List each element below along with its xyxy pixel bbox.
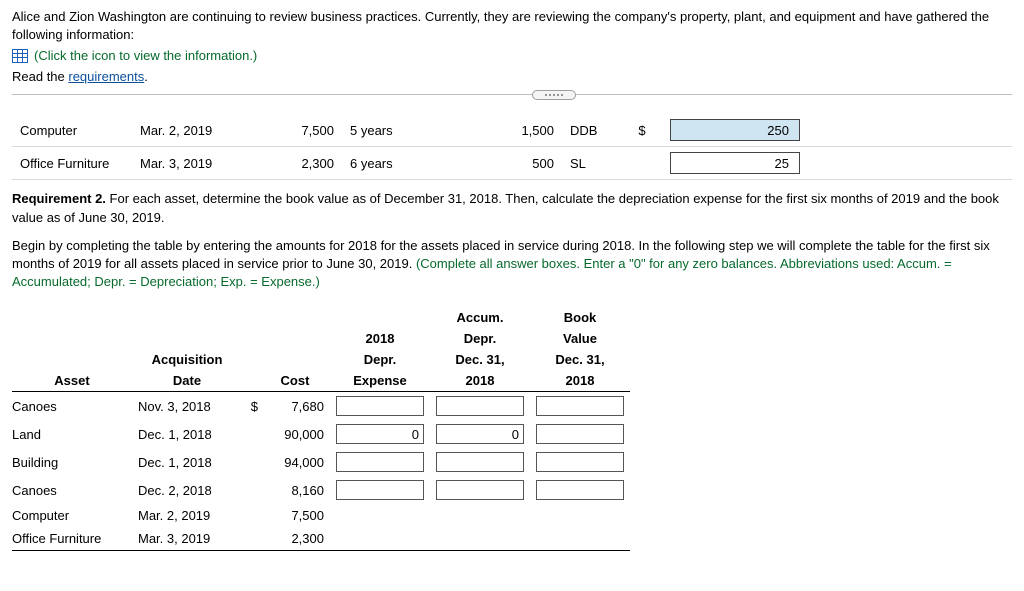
asset-method: DDB [562, 114, 622, 147]
table-row: ComputerMar. 2, 2019 7,500 [12, 504, 630, 527]
asset-info-row: ComputerMar. 2, 20197,5005 years 1,500DDB… [12, 114, 1012, 147]
book-value-table: Accum. Book 2018 Depr. Value Acquisition… [12, 307, 630, 551]
requirements-link[interactable]: requirements [68, 69, 144, 84]
asset-date: Mar. 3, 2019 [132, 147, 252, 180]
asset-info-table: ComputerMar. 2, 20197,5005 years 1,500DDB… [12, 114, 1012, 180]
monthly-expense-box[interactable]: 250 [670, 119, 800, 141]
bv-asset: Computer [12, 504, 132, 527]
bv-cost: 7,680 [260, 392, 330, 421]
requirement-2-text: For each asset, determine the book value… [12, 191, 999, 224]
bv-cost: 94,000 [260, 448, 330, 476]
bv-date: Mar. 2, 2019 [132, 504, 242, 527]
header-accum-2018: 2018 [430, 370, 530, 392]
dollar-sign: $ [622, 114, 662, 147]
bv-cost: 7,500 [260, 504, 330, 527]
scroll-handle-top[interactable] [12, 94, 1012, 104]
bv-dollar [242, 504, 260, 527]
bv-date: Dec. 1, 2018 [132, 420, 242, 448]
instructions: Begin by completing the table by enterin… [12, 237, 1012, 292]
bv-asset: Office Furniture [12, 527, 132, 551]
header-cost: Cost [260, 370, 330, 392]
intro-text: Alice and Zion Washington are continuing… [12, 8, 1012, 44]
header-date: Date [132, 370, 242, 392]
depr-expense-input[interactable] [336, 396, 424, 416]
bv-date: Dec. 1, 2018 [132, 448, 242, 476]
accum-depr-input[interactable] [436, 452, 524, 472]
bv-date: Dec. 2, 2018 [132, 476, 242, 504]
read-req-suffix: . [144, 69, 148, 84]
depr-expense-input[interactable] [336, 452, 424, 472]
bv-asset: Land [12, 420, 132, 448]
header-book-2018: 2018 [530, 370, 630, 392]
accum-depr-input[interactable] [436, 480, 524, 500]
asset-residual: 1,500 [482, 114, 562, 147]
bv-cost: 90,000 [260, 420, 330, 448]
asset-residual: 500 [482, 147, 562, 180]
bv-dollar [242, 476, 260, 504]
bv-dollar [242, 420, 260, 448]
book-value-input[interactable] [536, 396, 624, 416]
bv-date: Nov. 3, 2018 [132, 392, 242, 421]
info-link-row: (Click the icon to view the information.… [12, 48, 1012, 63]
requirement-2-label: Requirement 2. [12, 191, 106, 206]
asset-date: Mar. 2, 2019 [132, 114, 252, 147]
header-depr: Depr. [330, 349, 430, 370]
header-expense: Expense [330, 370, 430, 392]
bv-dollar [242, 448, 260, 476]
dollar-sign [622, 147, 662, 180]
read-req-prefix: Read the [12, 69, 68, 84]
depr-expense-input[interactable] [336, 424, 424, 444]
book-value-input[interactable] [536, 424, 624, 444]
header-accum-depr: Depr. [430, 328, 530, 349]
monthly-expense-box[interactable]: 25 [670, 152, 800, 174]
depr-expense-input[interactable] [336, 480, 424, 500]
bv-cost: 2,300 [260, 527, 330, 551]
header-book-dec31: Dec. 31, [530, 349, 630, 370]
header-2018: 2018 [330, 328, 430, 349]
bv-dollar: $ [242, 392, 260, 421]
table-row: CanoesDec. 2, 2018 8,160 [12, 476, 630, 504]
requirement-2: Requirement 2. For each asset, determine… [12, 190, 1012, 226]
asset-cost: 7,500 [252, 114, 342, 147]
table-row: BuildingDec. 1, 2018 94,000 [12, 448, 630, 476]
bv-dollar [242, 527, 260, 551]
asset-life: 5 years [342, 114, 422, 147]
header-acquisition: Acquisition [132, 349, 242, 370]
table-row: CanoesNov. 3, 2018$7,680 [12, 392, 630, 421]
read-requirements: Read the requirements. [12, 69, 1012, 84]
accum-depr-input[interactable] [436, 424, 524, 444]
header-accum-dec31: Dec. 31, [430, 349, 530, 370]
data-table-icon[interactable] [12, 49, 28, 63]
asset-cost: 2,300 [252, 147, 342, 180]
table-row: LandDec. 1, 2018 90,000 [12, 420, 630, 448]
bv-cost: 8,160 [260, 476, 330, 504]
bv-asset: Canoes [12, 392, 132, 421]
header-accum: Accum. [430, 307, 530, 328]
asset-name: Office Furniture [12, 147, 132, 180]
bv-asset: Building [12, 448, 132, 476]
book-value-input[interactable] [536, 452, 624, 472]
bv-date: Mar. 3, 2019 [132, 527, 242, 551]
accum-depr-input[interactable] [436, 396, 524, 416]
asset-name: Computer [12, 114, 132, 147]
asset-method: SL [562, 147, 622, 180]
header-book: Book [530, 307, 630, 328]
bv-asset: Canoes [12, 476, 132, 504]
header-book-value: Value [530, 328, 630, 349]
table-row: Office FurnitureMar. 3, 2019 2,300 [12, 527, 630, 551]
view-information-link[interactable]: (Click the icon to view the information.… [34, 48, 257, 63]
book-value-input[interactable] [536, 480, 624, 500]
header-asset: Asset [12, 370, 132, 392]
asset-info-row: Office FurnitureMar. 3, 20192,3006 years… [12, 147, 1012, 180]
asset-life: 6 years [342, 147, 422, 180]
